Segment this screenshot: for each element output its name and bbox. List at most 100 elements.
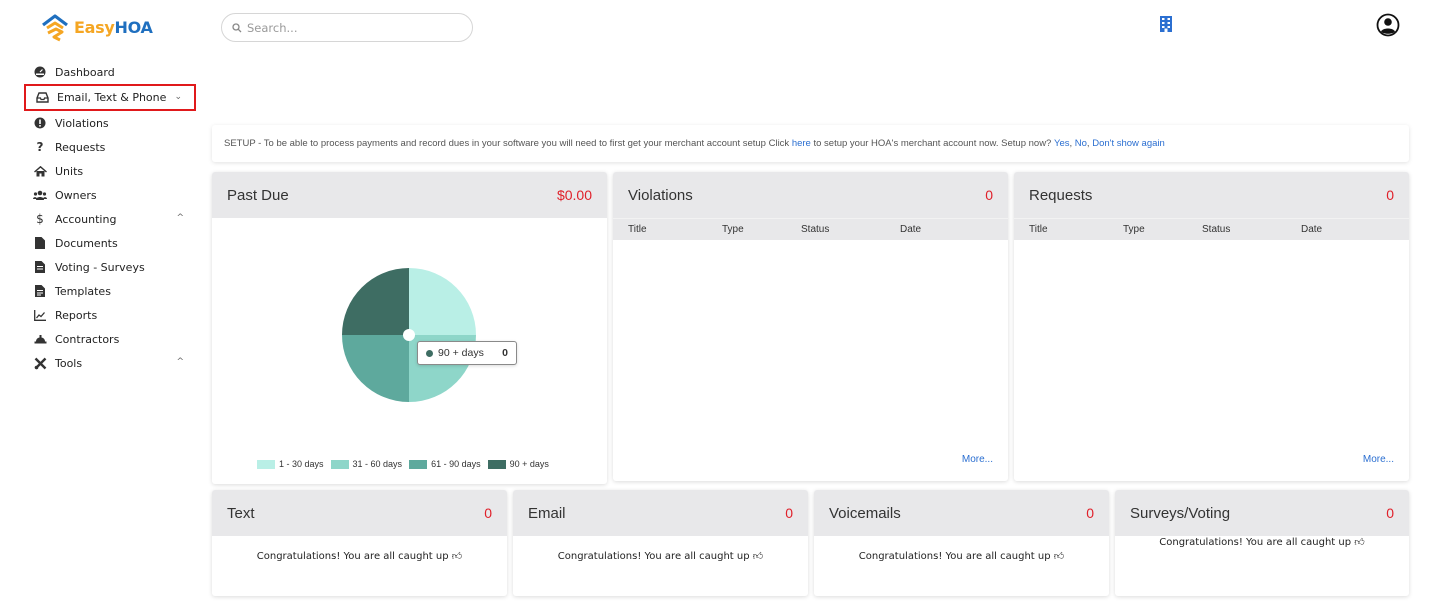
sidebar-item-voting-surveys[interactable]: Voting - Surveys — [24, 255, 196, 279]
sidebar-item-dashboard[interactable]: Dashboard — [24, 60, 196, 84]
pie-center-marker — [403, 329, 415, 341]
sidebar-item-contractors[interactable]: Contractors — [24, 327, 196, 351]
pie-slice-61-90-days[interactable] — [342, 335, 409, 402]
legend-label: 31 - 60 days — [352, 459, 403, 469]
sidebar-item-violations[interactable]: Violations — [24, 111, 196, 135]
caught-up-message: Congratulations! You are all caught up 👍… — [513, 550, 808, 562]
thumbs-up-icon: 👍︎ — [752, 551, 764, 562]
legend-item[interactable]: 61 - 90 days — [409, 459, 481, 469]
column-header-title[interactable]: Title — [628, 224, 722, 235]
sidebar-item-templates[interactable]: Templates — [24, 279, 196, 303]
search-box[interactable] — [221, 13, 473, 42]
banner-no-link[interactable]: No — [1075, 138, 1087, 149]
past-due-amount: $0.00 — [556, 187, 592, 203]
legend-item[interactable]: 1 - 30 days — [257, 459, 324, 469]
caught-up-text: Congratulations! You are all caught up — [1159, 537, 1352, 548]
banner-here-link[interactable]: here — [792, 138, 811, 149]
violations-more-link[interactable]: More... — [962, 454, 993, 465]
sidebar-item-units[interactable]: Units — [24, 159, 196, 183]
email-count: 0 — [785, 505, 793, 521]
card-title: Email — [528, 504, 566, 522]
search-input[interactable] — [247, 20, 457, 35]
tooltip-label: 90 + days — [438, 347, 484, 359]
sidebar-item-accounting[interactable]: $ Accounting ^ — [24, 207, 196, 231]
brand-hoa: HOA — [114, 17, 153, 37]
home-icon — [33, 164, 47, 178]
hardhat-icon — [33, 332, 47, 346]
pie-slice-1-30-days[interactable] — [409, 268, 476, 335]
sidebar-item-label: Tools — [55, 356, 83, 370]
voicemails-count: 0 — [1086, 505, 1094, 521]
card-title: Past Due — [227, 186, 289, 204]
card-title: Surveys/Voting — [1130, 504, 1231, 522]
setup-banner: SETUP - To be able to process payments a… — [212, 125, 1409, 162]
caught-up-text: Congratulations! You are all caught up — [256, 551, 449, 562]
user-account-icon[interactable] — [1376, 13, 1400, 42]
column-header-title[interactable]: Title — [1029, 224, 1123, 235]
sidebar-item-owners[interactable]: Owners — [24, 183, 196, 207]
column-header-date[interactable]: Date — [1301, 224, 1381, 235]
pie-slice-90-days[interactable] — [342, 268, 409, 335]
tools-icon — [33, 356, 47, 370]
requests-count: 0 — [1386, 187, 1394, 203]
card-title: Voicemails — [829, 504, 901, 522]
past-due-pie-chart[interactable] — [212, 218, 607, 448]
requests-more-link[interactable]: More... — [1363, 454, 1394, 465]
banner-yes-link[interactable]: Yes — [1054, 138, 1070, 149]
tooltip-value: 0 — [502, 347, 508, 359]
legend-item[interactable]: 31 - 60 days — [330, 459, 403, 469]
card-title: Requests — [1029, 186, 1093, 204]
legend-label: 61 - 90 days — [431, 459, 481, 469]
sidebar-item-label: Units — [55, 164, 84, 178]
sidebar-item-tools[interactable]: Tools ^ — [24, 351, 196, 375]
banner-text-pre: SETUP - To be able to process payments a… — [224, 138, 792, 149]
legend-swatch — [409, 459, 428, 469]
sidebar-item-label: Accounting — [55, 212, 117, 226]
dollar-icon: $ — [36, 212, 44, 226]
column-header-status[interactable]: Status — [1202, 224, 1301, 235]
voicemails-card: Voicemails 0 Congratulations! You are al… — [814, 490, 1109, 596]
column-header-date[interactable]: Date — [900, 224, 980, 235]
chart-icon — [33, 308, 47, 322]
legend-item[interactable]: 90 + days — [487, 459, 549, 469]
chart-legend: 1 - 30 days 31 - 60 days 61 - 90 days 90… — [257, 459, 556, 469]
sidebar-nav: Dashboard Email, Text & Phone ⌄ Violatio… — [24, 60, 196, 375]
sidebar-item-label: Reports — [55, 308, 98, 322]
column-header-type[interactable]: Type — [1123, 224, 1202, 235]
requests-table-header: Title Type Status Date — [1014, 218, 1409, 240]
violations-count: 0 — [985, 187, 993, 203]
chevron-down-icon: ⌄ — [174, 92, 182, 102]
column-header-status[interactable]: Status — [801, 224, 900, 235]
sidebar-item-requests[interactable]: ? Requests — [24, 135, 196, 159]
sidebar-item-email-text-phone[interactable]: Email, Text & Phone ⌄ — [24, 84, 196, 111]
violations-table-header: Title Type Status Date — [613, 218, 1008, 240]
app-logo[interactable]: EasyHOA — [40, 12, 153, 42]
column-header-type[interactable]: Type — [722, 224, 801, 235]
document-icon — [33, 236, 47, 250]
question-icon: ? — [36, 140, 44, 154]
thumbs-up-icon: 👍︎ — [1354, 537, 1365, 548]
caught-up-message: Congratulations! You are all caught up 👍… — [1115, 536, 1409, 548]
sidebar-item-label: Voting - Surveys — [55, 260, 145, 274]
search-icon — [232, 22, 242, 32]
legend-swatch — [487, 459, 506, 469]
sidebar-item-reports[interactable]: Reports — [24, 303, 196, 327]
email-card: Email 0 Congratulations! You are all cau… — [513, 490, 808, 596]
caught-up-message: Congratulations! You are all caught up 👍… — [814, 550, 1109, 562]
sidebar-item-documents[interactable]: Documents — [24, 231, 196, 255]
requests-card: Requests 0 Title Type Status Date More..… — [1014, 172, 1409, 481]
chevron-up-icon: ^ — [176, 357, 184, 367]
building-icon[interactable] — [1160, 16, 1172, 37]
legend-swatch — [330, 459, 349, 469]
banner-dont-show-link[interactable]: Don't show again — [1092, 138, 1165, 149]
card-title: Text — [227, 504, 255, 522]
thumbs-up-icon: 👍︎ — [451, 551, 463, 562]
legend-swatch — [257, 459, 275, 469]
logo-mark-icon — [42, 14, 68, 42]
past-due-card: Past Due $0.00 90 + days 0 1 - 30 days 3… — [212, 172, 607, 484]
caught-up-message: Congratulations! You are all caught up 👍… — [212, 550, 507, 562]
tooltip-dot — [426, 349, 433, 357]
text-count: 0 — [484, 505, 492, 521]
banner-text-post: to setup your HOA's merchant account now… — [810, 138, 1054, 149]
violations-card: Violations 0 Title Type Status Date More… — [613, 172, 1008, 481]
